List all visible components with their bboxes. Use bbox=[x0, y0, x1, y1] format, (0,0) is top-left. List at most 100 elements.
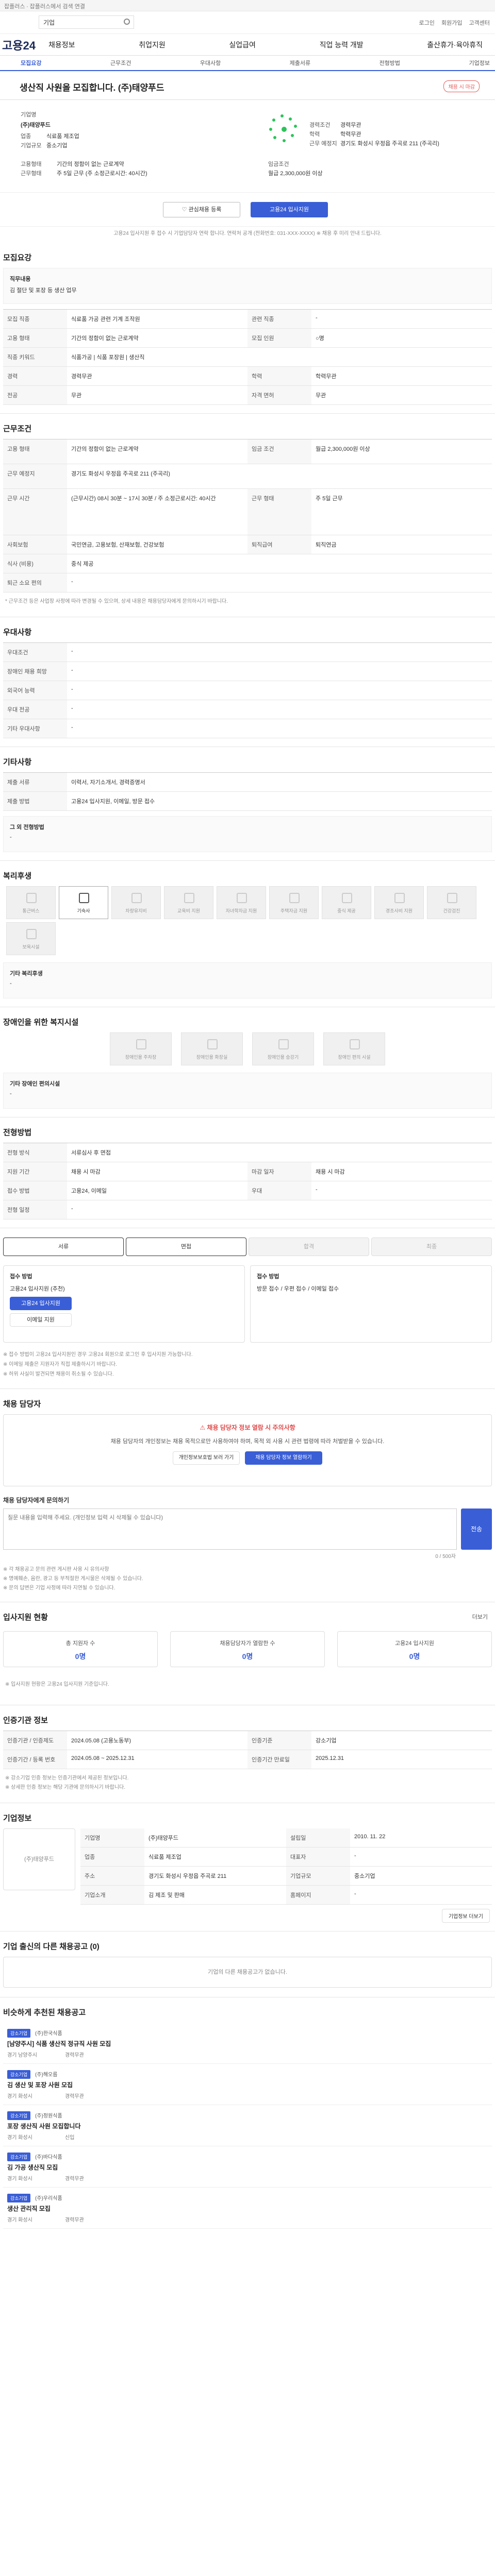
disabled-label: 장애인용 화장실 bbox=[196, 1055, 228, 1060]
cell-value: 기간의 정함이 없는 근로계약 bbox=[71, 335, 139, 342]
table-row: 주소 경기도 화성시 우정읍 주곡로 211 기업규모 중소기업 bbox=[80, 1867, 492, 1886]
doc-method-desc: 방문 접수 / 우편 접수 / 이메일 접수 bbox=[257, 1286, 339, 1292]
cell-value: - bbox=[71, 667, 73, 673]
table-row: 사회보험 국민연금, 고용보험, 산재보험, 건강보험 퇴직급여 퇴직연금 bbox=[3, 535, 492, 554]
privacy-law-button[interactable]: 개인정보보호법 보러 가기 bbox=[173, 1451, 240, 1465]
util-support[interactable]: 고객센터 bbox=[469, 20, 490, 26]
section-title: 기타사항 bbox=[3, 758, 32, 767]
cell-value: - bbox=[71, 724, 73, 731]
recommend-location: 경기 화성시 bbox=[7, 2135, 32, 2141]
docs-extra-card: 그 외 전형방법 - bbox=[3, 816, 492, 852]
inquiry-note: ※ 명예훼손, 음란, 광고 등 부적절한 게시물은 삭제될 수 있습니다. bbox=[3, 1576, 143, 1582]
gnb-item[interactable]: 실업급여 bbox=[229, 40, 256, 50]
section-title: 인증기관 정보 bbox=[3, 1716, 48, 1725]
recommend-title[interactable]: 생산 관리직 모집 bbox=[7, 2204, 51, 2213]
disabled-label: 장애인 편의 시설 bbox=[338, 1055, 371, 1060]
welfare-item: 건강검진 bbox=[427, 886, 476, 919]
section-title: 전형방법 bbox=[3, 1128, 32, 1137]
recommend-title[interactable]: 김 가공 생산직 모집 bbox=[7, 2163, 58, 2172]
inquiry-textarea[interactable] bbox=[3, 1509, 457, 1550]
cell-key: 사회보험 bbox=[3, 535, 67, 554]
tab-corp[interactable]: 기업정보 bbox=[469, 59, 489, 67]
recommend-company: (주)정원식품 bbox=[35, 2113, 62, 2119]
disabled-label: 장애인용 주차장 bbox=[125, 1055, 157, 1060]
recommend-title[interactable]: 포장 생산직 사원 모집합니다 bbox=[7, 2122, 80, 2130]
disabled-item: 장애인 편의 시설 bbox=[323, 1032, 385, 1065]
recommend-title[interactable]: 김 생산 및 포장 사원 모집 bbox=[7, 2080, 73, 2089]
save-job-button[interactable]: ♡ 관심채용 등록 bbox=[163, 202, 240, 217]
apply-email-button[interactable]: 이메일 지원 bbox=[10, 1313, 72, 1327]
recommend-company: (주)우리식품 bbox=[35, 2196, 62, 2201]
section-title: 장애인을 위한 복지시설 bbox=[3, 1018, 79, 1027]
cell-key: 마감 일자 bbox=[248, 1162, 311, 1181]
job-title: 생산직 사원을 모집합니다. (주)태양푸드 bbox=[20, 83, 164, 93]
disabled-extra-label: 기타 장애인 편의시설 bbox=[10, 1081, 60, 1087]
cell-value: 고용24 입사지원, 이메일, 방문 접수 bbox=[71, 799, 155, 805]
employ-label: 고용형태 bbox=[21, 161, 42, 167]
recommend-location: 경기 화성시 bbox=[7, 2176, 32, 2182]
work-grid: 고용 형태 기간의 정함이 없는 근로계약 임금 조건 월급 2,300,000원 이… bbox=[3, 439, 492, 592]
list-item[interactable]: 강소기업 (주)바다식품 김 가공 생산직 모집 경기 화성시 경력무관 bbox=[3, 2146, 492, 2188]
apply-online-button[interactable]: 고용24 입사지원 bbox=[10, 1297, 72, 1310]
company-logo bbox=[268, 114, 299, 145]
cell-key: 근무 형태 bbox=[248, 489, 311, 535]
inquiry-send-button[interactable]: 전송 bbox=[461, 1509, 492, 1550]
section-title: 근무조건 bbox=[3, 425, 32, 433]
recommend-title[interactable]: [남양주시] 식품 생산직 정규직 사원 모집 bbox=[7, 2039, 111, 2048]
search-input[interactable] bbox=[39, 16, 134, 28]
cell-value: - bbox=[71, 579, 73, 585]
gnb-item[interactable]: 직업 능력 개발 bbox=[320, 40, 364, 50]
job-desc-card: 직무내용 김 절단 및 포장 등 생산 업무 bbox=[3, 268, 492, 304]
cert-note: ※ 강소기업 인증 정보는 인증기관에서 제공된 정보입니다. bbox=[5, 1775, 129, 1781]
apply-button[interactable]: 고용24 입사지원 bbox=[251, 202, 328, 217]
tab-process[interactable]: 전형방법 bbox=[380, 59, 400, 67]
list-item[interactable]: 강소기업 (주)해오름 김 생산 및 포장 사원 모집 경기 화성시 경력무관 bbox=[3, 2064, 492, 2105]
recommend-condition: 경력무관 bbox=[65, 2176, 84, 2182]
gnb-item[interactable]: 출산휴가·육아휴직 bbox=[427, 40, 483, 50]
welfare-label: 주택자금 지원 bbox=[280, 908, 308, 913]
table-row: 고용 형태 기간의 정함이 없는 근로계약 모집 인원 ○명 bbox=[3, 329, 492, 348]
util-login[interactable]: 로그인 bbox=[419, 20, 435, 26]
recommend-location: 경기 화성시 bbox=[7, 2217, 32, 2223]
tab-work[interactable]: 근무조건 bbox=[110, 59, 131, 67]
gnb-item[interactable]: 취업지원 bbox=[139, 40, 166, 50]
table-row: 우대조건 - bbox=[3, 643, 492, 662]
section-process-steps: 서류 면접 합격 최종 접수 방법 고용24 입사지원 (추천) 고용24 입사… bbox=[0, 1228, 495, 1389]
global-nav: 고용24 채용정보 취업지원 실업급여 직업 능력 개발 출산휴가·육아휴직 bbox=[0, 34, 495, 56]
gnb-item[interactable]: 채용정보 bbox=[48, 40, 75, 50]
list-item[interactable]: 강소기업 (주)한국식품 [남양주시] 식품 생산직 정규직 사원 모집 경기 남양주… bbox=[3, 2023, 492, 2064]
section-disabled: 장애인을 위한 복지시설 장애인용 주차장 장애인용 화장실 장애인용 승강기 장애인… bbox=[0, 1007, 495, 1117]
section-corp-info: 기업정보 (주)태양푸드 기업명 (주)태양푸드 설립일 2010. 11. 22 업… bbox=[0, 1803, 495, 1931]
welfare-label: 경조사비 지원 bbox=[385, 908, 413, 913]
search-icon[interactable] bbox=[124, 19, 130, 25]
view-contact-button[interactable]: 채용 담당자 정보 열람하기 bbox=[245, 1451, 322, 1465]
job-desc-label: 직무내용 bbox=[10, 276, 31, 282]
contact-warning-text: 채용 담당자 정보 열람 시 주의사항 bbox=[207, 1424, 295, 1431]
site-logo[interactable]: 고용24 bbox=[2, 37, 48, 53]
table-row: 기업소개 김 제조 및 판매 홈페이지 - bbox=[80, 1886, 492, 1905]
tab-recruit[interactable]: 모집요강 bbox=[21, 59, 41, 67]
cell-key: 주소 bbox=[80, 1867, 144, 1885]
apply-method-online: 접수 방법 고용24 입사지원 (추천) 고용24 입사지원 이메일 지원 bbox=[3, 1265, 245, 1343]
corp-more-button[interactable]: 기업정보 더보기 bbox=[441, 1909, 490, 1923]
welfare-item: 통근버스 bbox=[6, 886, 56, 919]
pref-grid: 우대조건 - 장애인 채용 희망 - 외국어 능력 - 우대 전공 - 기타 우대사항 - bbox=[3, 642, 492, 738]
cell-value: - bbox=[71, 686, 73, 692]
cell-value: 채용 시 마감 bbox=[316, 1169, 345, 1175]
table-row: 외국어 능력 - bbox=[3, 681, 492, 700]
process-note: ※ 허위 사실이 발견되면 채용이 취소될 수 있습니다. bbox=[3, 1371, 114, 1377]
inquiry-counter: 0 / 500자 bbox=[435, 1554, 456, 1560]
career-value: 경력무관 bbox=[340, 122, 361, 128]
tab-docs[interactable]: 제출서류 bbox=[290, 59, 310, 67]
cell-key: 경력 bbox=[3, 367, 67, 385]
table-row: 근무 예정지 경기도 화성시 우정읍 주곡로 211 (주곡리) bbox=[3, 464, 492, 489]
apply-status-more[interactable]: 더보기 bbox=[472, 1613, 488, 1621]
cell-key: 외국어 능력 bbox=[3, 681, 67, 700]
list-item[interactable]: 강소기업 (주)정원식품 포장 생산직 사원 모집합니다 경기 화성시 신입 bbox=[3, 2105, 492, 2146]
tab-pref[interactable]: 우대사항 bbox=[200, 59, 221, 67]
util-join[interactable]: 회원가입 bbox=[441, 20, 462, 26]
recommend-company: (주)한국식품 bbox=[35, 2031, 62, 2037]
cell-value: 경력무관 bbox=[71, 374, 92, 380]
cell-key: 식사 (비용) bbox=[3, 554, 67, 573]
list-item[interactable]: 강소기업 (주)우리식품 생산 관리직 모집 경기 화성시 경력무관 bbox=[3, 2188, 492, 2229]
